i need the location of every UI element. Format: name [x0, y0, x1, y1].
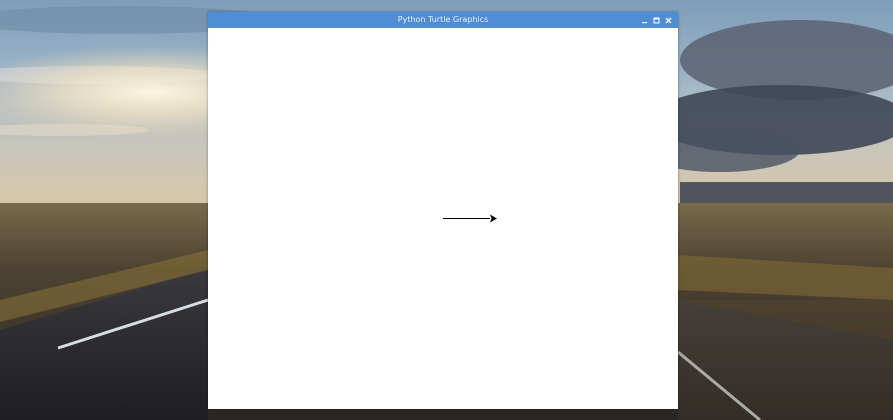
turtle-graphics-window[interactable]: Python Turtle Graphics — [208, 12, 678, 409]
window-controls — [641, 12, 672, 28]
turtle-canvas[interactable] — [208, 28, 678, 409]
turtle-arrow-icon — [490, 214, 497, 223]
window-titlebar[interactable]: Python Turtle Graphics — [208, 12, 678, 28]
maximize-icon[interactable] — [653, 17, 660, 24]
turtle-drawing — [443, 214, 497, 223]
window-title: Python Turtle Graphics — [397, 15, 489, 24]
minimize-icon[interactable] — [641, 17, 648, 24]
close-icon[interactable] — [665, 17, 672, 24]
